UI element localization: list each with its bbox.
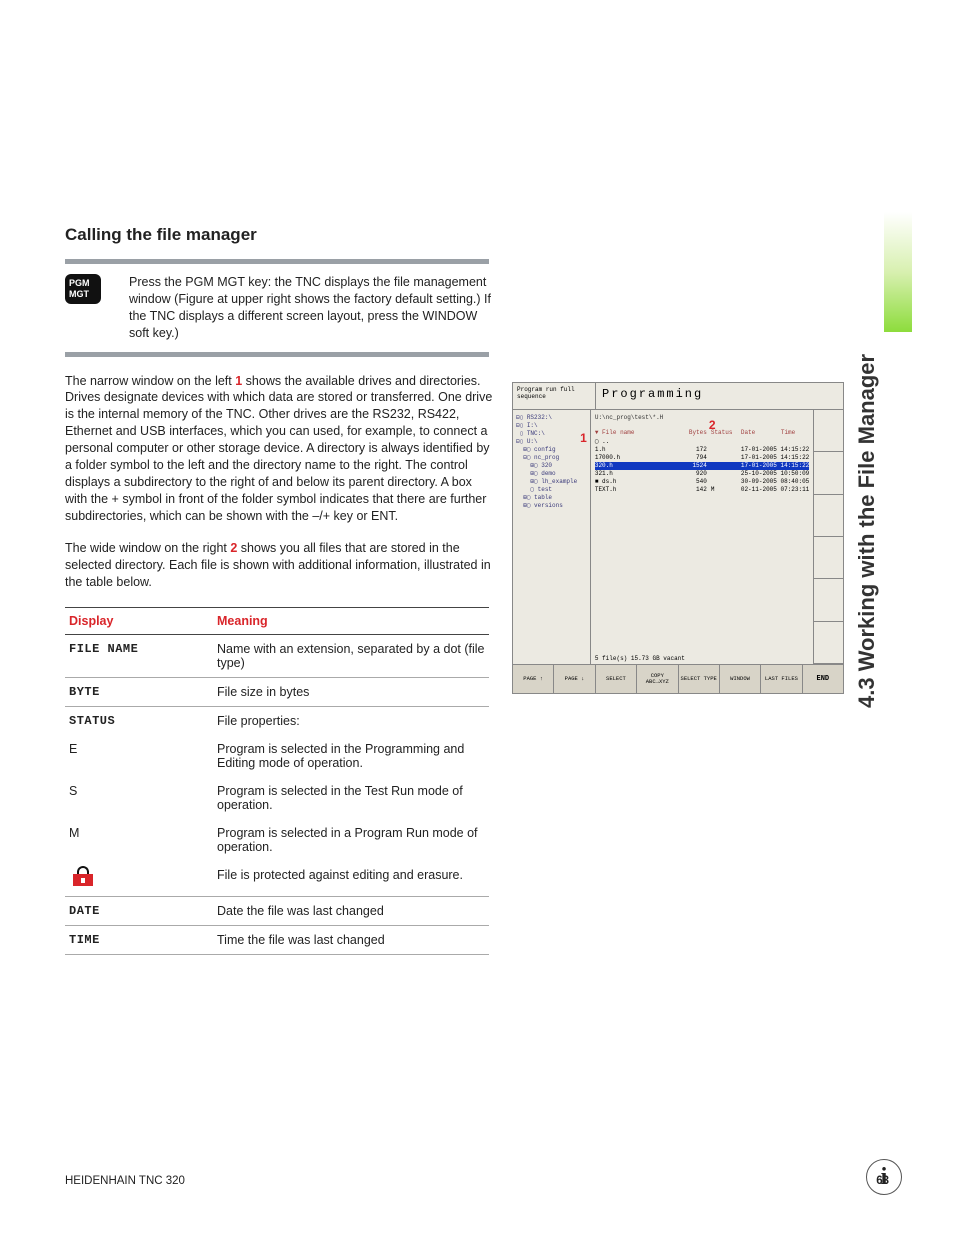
table-cell-display: STATUS <box>65 707 213 736</box>
softkey: LAST FILES <box>761 665 802 693</box>
divider-bar-bottom <box>65 352 489 357</box>
footer-product: HEIDENHAIN TNC 320 <box>65 1175 185 1187</box>
table-cell-display: FILE NAME <box>65 635 213 678</box>
file-manager-screenshot: Program run full sequence Programming 1 … <box>512 382 844 694</box>
table-cell-meaning: Program is selected in the Programming a… <box>213 735 489 777</box>
table-cell-meaning: File size in bytes <box>213 678 489 707</box>
section-heading: Calling the file manager <box>65 225 495 245</box>
table-cell-meaning: Date the file was last changed <box>213 897 489 926</box>
table-cell-display: S <box>65 777 213 819</box>
softkey: WINDOW <box>720 665 761 693</box>
lock-icon <box>73 868 93 886</box>
softkey: COPY ABC→XYZ <box>637 665 678 693</box>
table-cell-meaning: File properties: <box>213 707 489 736</box>
intro-paragraph: Press the PGM MGT key: the TNC displays … <box>129 274 495 342</box>
paragraph-1: The narrow window on the left 1 shows th… <box>65 373 495 525</box>
softkey: PAGE ↑ <box>513 665 554 693</box>
softkey: SELECT TYPE <box>679 665 720 693</box>
definitions-table: Display Meaning FILE NAMEName with an ex… <box>65 607 489 955</box>
table-cell-display: M <box>65 819 213 861</box>
section-number-title: 4.3 Working with the File Manager <box>854 354 880 708</box>
fig-directory-tree: 1 ⊟▯ RS232:\⊟▯ I:\ ▯ TNC:\⊟▯ U:\ ⊞▢ conf… <box>513 410 591 664</box>
fig-right-sidebar <box>813 410 843 664</box>
fig-title: Programming <box>596 383 843 409</box>
section-side-tab: 4.3 Working with the File Manager <box>880 208 910 708</box>
table-cell-meaning: Name with an extension, separated by a d… <box>213 635 489 678</box>
table-cell-meaning: Program is selected in a Program Run mod… <box>213 819 489 861</box>
table-cell-display <box>65 861 213 897</box>
fig-path: U:\nc_prog\test\*.H <box>595 414 809 421</box>
fig-file-rows: ▢ ..1.h17217-01-2005 14:15:2217000.h7941… <box>595 438 809 494</box>
divider-bar-top <box>65 259 489 264</box>
table-cell-display: DATE <box>65 897 213 926</box>
fig-status-line: 5 file(s) 15.73 GB vacant <box>595 655 685 662</box>
fig-column-headers: ▼ File nameBytesStatusDateTime <box>595 429 809 436</box>
page-footer: HEIDENHAIN TNC 320 63 <box>65 1175 889 1187</box>
table-cell-meaning: Time the file was last changed <box>213 926 489 955</box>
fig-callout-1: 1 <box>580 434 587 442</box>
pgm-key-line2: MGT <box>69 289 97 300</box>
softkey: SELECT <box>596 665 637 693</box>
side-tab-gradient <box>884 212 912 332</box>
col-display: Display <box>65 608 213 635</box>
table-cell-meaning: Program is selected in the Test Run mode… <box>213 777 489 819</box>
fig-softkey-row: PAGE ↑PAGE ↓SELECTCOPY ABC→XYZSELECT TYP… <box>513 664 843 693</box>
pgm-key-line1: PGM <box>69 278 97 289</box>
info-icon: i <box>866 1159 902 1195</box>
fig-file-list: U:\nc_prog\test\*.H 2 ▼ File nameBytesSt… <box>591 410 813 664</box>
col-meaning: Meaning <box>213 608 489 635</box>
table-cell-display: E <box>65 735 213 777</box>
table-cell-display: TIME <box>65 926 213 955</box>
fig-callout-2: 2 <box>709 418 716 432</box>
paragraph-2: The wide window on the right 2 shows you… <box>65 540 495 591</box>
softkey: PAGE ↓ <box>554 665 595 693</box>
table-cell-display: BYTE <box>65 678 213 707</box>
pgm-mgt-key-icon: PGM MGT <box>65 274 101 304</box>
softkey: END <box>803 665 843 693</box>
fig-mode-label: Program run full sequence <box>513 383 596 409</box>
table-cell-meaning: File is protected against editing and er… <box>213 861 489 897</box>
